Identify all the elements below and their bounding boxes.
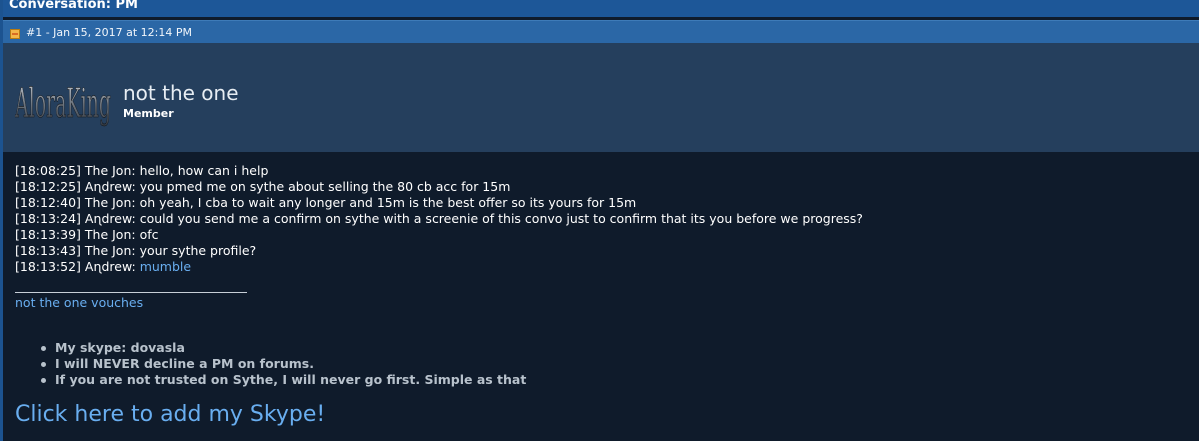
chat-line: [18:12:25] Aɳdrew: you pmed me on sythe … bbox=[15, 179, 511, 194]
post-header-bar: #1 - Jan 15, 2017 at 12:14 PM bbox=[3, 20, 1199, 43]
chat-line: [18:13:39] The Jon: ofc bbox=[15, 227, 159, 242]
chat-line: [18:13:43] The Jon: your sythe profile? bbox=[15, 243, 257, 258]
chat-line: [18:13:52] Aɳdrew: mumble bbox=[15, 259, 192, 274]
post-date[interactable]: #1 - Jan 15, 2017 at 12:14 PM bbox=[26, 26, 192, 39]
vouches-link[interactable]: not the one vouches bbox=[15, 295, 143, 310]
chat-line: [18:12:40] The Jon: oh yeah, I cba to wa… bbox=[15, 195, 637, 210]
post-icon bbox=[10, 29, 20, 39]
add-skype-link[interactable]: Click here to add my Skype! bbox=[15, 402, 325, 427]
signature-item: I will NEVER decline a PM on forums. bbox=[39, 356, 526, 372]
message-content: [18:08:25] The Jon: hello, how can i hel… bbox=[3, 152, 1199, 441]
chat-line: [18:08:25] The Jon: hello, how can i hel… bbox=[15, 163, 269, 178]
chat-log: [18:08:25] The Jon: hello, how can i hel… bbox=[15, 163, 863, 275]
user-info-panel: AloraKing not the one Member bbox=[3, 43, 1199, 152]
conversation-title-bar: Conversation: PM bbox=[3, 0, 1199, 17]
signature-divider bbox=[15, 292, 247, 293]
chat-line: [18:13:24] Aɳdrew: could you send me a c… bbox=[15, 211, 863, 226]
user-title: Member bbox=[123, 107, 174, 120]
signature-list: My skype: dovasla I will NEVER decline a… bbox=[39, 340, 526, 388]
avatar-text: AloraKing bbox=[15, 81, 111, 127]
username[interactable]: not the one bbox=[123, 81, 239, 105]
signature-item: My skype: dovasla bbox=[39, 340, 526, 356]
signature-item: If you are not trusted on Sythe, I will … bbox=[39, 372, 526, 388]
avatar[interactable]: AloraKing bbox=[14, 55, 111, 145]
mumble-link[interactable]: mumble bbox=[140, 259, 191, 274]
avatar-image: AloraKing bbox=[14, 81, 111, 128]
conversation-title: Conversation: PM bbox=[9, 0, 138, 12]
